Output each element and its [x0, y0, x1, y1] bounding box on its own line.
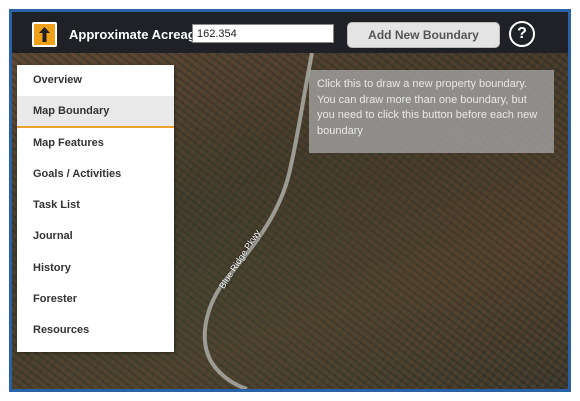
upload-arrow-icon	[39, 27, 50, 42]
toolbar: Approximate Acreage: Add New Boundary ?	[12, 12, 568, 53]
add-new-boundary-button[interactable]: Add New Boundary	[347, 22, 500, 48]
sidebar-item-map-features[interactable]: Map Features	[17, 128, 174, 159]
sidebar-item-resources[interactable]: Resources	[17, 315, 174, 346]
sidebar-nav: Overview Map Boundary Map Features Goals…	[17, 65, 174, 352]
sidebar-item-task-list[interactable]: Task List	[17, 190, 174, 221]
app-frame: Blue Ridge Pkwy Approximate Acreage: Add…	[9, 9, 571, 392]
acreage-input[interactable]	[192, 24, 334, 43]
sidebar-item-goals-activities[interactable]: Goals / Activities	[17, 159, 174, 190]
sidebar-item-journal[interactable]: Journal	[17, 221, 174, 252]
upload-folder-button[interactable]	[32, 22, 57, 47]
sidebar-item-overview[interactable]: Overview	[17, 65, 174, 96]
sidebar-item-forester[interactable]: Forester	[17, 284, 174, 315]
add-boundary-tooltip: Click this to draw a new property bounda…	[309, 70, 554, 153]
acreage-label: Approximate Acreage:	[69, 27, 208, 42]
sidebar-item-map-boundary[interactable]: Map Boundary	[17, 96, 174, 128]
help-icon[interactable]: ?	[509, 21, 535, 47]
sidebar-item-history[interactable]: History	[17, 253, 174, 284]
